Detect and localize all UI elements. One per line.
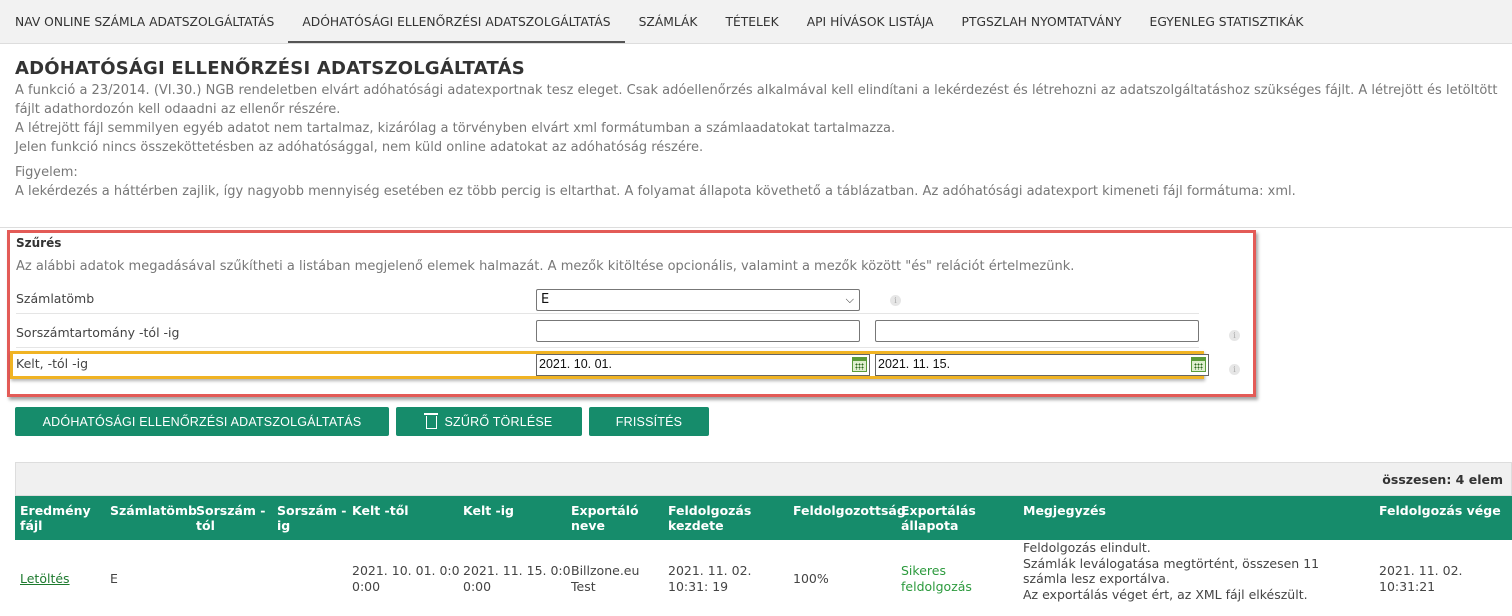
note-line: Feldolgozás elindult. bbox=[1023, 540, 1151, 555]
column-header[interactable]: Feldolgozás vége bbox=[1379, 503, 1509, 518]
table-row: Letöltés E 2021. 10. 01. 0:0 0:00 2021. … bbox=[15, 540, 1512, 616]
column-header[interactable]: Megjegyzés bbox=[1023, 503, 1223, 518]
date-range-row: Kelt, -tól -ig 2021. 10. 01. 2021. 11. 1… bbox=[10, 351, 1209, 379]
date-from-value: 2021. 10. 01. bbox=[539, 357, 612, 371]
serial-to-input[interactable] bbox=[875, 320, 1199, 342]
divider bbox=[0, 227, 1512, 228]
page-title: ADÓHATÓSÁGI ELLENŐRZÉSI ADATSZOLGÁLTATÁS bbox=[15, 58, 525, 79]
cell-note: Feldolgozás elindult. Számlák leválogatá… bbox=[1023, 540, 1363, 602]
refresh-button[interactable]: FRISSÍTÉS bbox=[589, 407, 709, 436]
trash-icon bbox=[423, 413, 438, 429]
column-header[interactable]: Sorszám - tól bbox=[196, 503, 266, 533]
serial-from-input[interactable] bbox=[536, 320, 860, 342]
row-divider bbox=[16, 313, 1199, 314]
serial-range-label: Sorszámtartomány -tól -ig bbox=[16, 325, 180, 340]
clear-filter-label: SZŰRŐ TÖRLÉSE bbox=[444, 414, 553, 429]
description-paragraph: A funkció a 23/2014. (VI.30.) NGB rendel… bbox=[15, 83, 1498, 117]
description-paragraph: Jelen funkció nincs összeköttetésben az … bbox=[15, 140, 704, 155]
cell-date-to: 2021. 11. 15. 0:0 0:00 bbox=[463, 563, 571, 594]
download-link[interactable]: Letöltés bbox=[20, 571, 70, 587]
note-line: Az exportálás véget ért, az XML fájl elk… bbox=[1023, 586, 1308, 602]
export-button[interactable]: ADÓHATÓSÁGI ELLENŐRZÉSI ADATSZOLGÁLTATÁS bbox=[15, 407, 389, 436]
page-description: A funkció a 23/2014. (VI.30.) NGB rendel… bbox=[15, 81, 1510, 201]
cell-progress: 100% bbox=[793, 571, 829, 586]
cell-invoice-block: E bbox=[110, 571, 118, 586]
nav-tab-tax-audit[interactable]: ADÓHATÓSÁGI ELLENŐRZÉSI ADATSZOLGÁLTATÁS bbox=[288, 0, 625, 43]
info-icon[interactable]: i bbox=[1229, 364, 1240, 375]
warning-title: Figyelem: bbox=[15, 165, 78, 180]
column-header[interactable]: Eredmény fájl bbox=[20, 503, 100, 533]
column-header[interactable]: Kelt -ig bbox=[463, 503, 563, 518]
calendar-icon[interactable] bbox=[1191, 357, 1206, 372]
info-icon[interactable]: i bbox=[1229, 330, 1240, 341]
calendar-icon[interactable] bbox=[852, 357, 867, 372]
description-paragraph: A létrejött fájl semmilyen egyéb adatot … bbox=[15, 121, 896, 136]
cell-proc-start: 2021. 11. 02. 10:31: 19 bbox=[668, 563, 752, 594]
cell-proc-end: 2021. 11. 02. 10:31:21 bbox=[1379, 563, 1463, 594]
cell-exporter: Billzone.eu Test bbox=[571, 563, 640, 594]
cell-export-status: Sikeres feldolgozás bbox=[901, 563, 972, 594]
nav-tab-api-calls[interactable]: API HÍVÁSOK LISTÁJA bbox=[807, 0, 948, 43]
note-line: Számlák leválogatása megtörtént, összese… bbox=[1023, 555, 1320, 587]
nav-tab-invoices[interactable]: SZÁMLÁK bbox=[639, 0, 712, 43]
nav-tab-ptgszlah[interactable]: PTGSZLAH NYOMTATVÁNY bbox=[962, 0, 1136, 43]
refresh-button-label: FRISSÍTÉS bbox=[615, 414, 683, 429]
nav-tab-nav-online[interactable]: NAV ONLINE SZÁMLA ADATSZOLGÁLTATÁS bbox=[15, 0, 288, 43]
invoice-block-value: E bbox=[541, 292, 550, 307]
nav-tab-items[interactable]: TÉTELEK bbox=[725, 0, 792, 43]
total-count: összesen: 4 elem bbox=[1382, 471, 1503, 487]
chevron-down-icon: ⌵ bbox=[845, 293, 854, 306]
results-table: összesen: 4 elem Eredmény fájl Számlatöm… bbox=[15, 462, 1512, 616]
date-range-label: Kelt, -tól -ig bbox=[16, 356, 89, 371]
column-header[interactable]: Feldolgozottság bbox=[793, 503, 906, 518]
cell-date-from: 2021. 10. 01. 0:0 0:00 bbox=[352, 563, 460, 594]
column-header[interactable]: Sorszám - ig bbox=[277, 503, 347, 533]
filter-description: Az alábbi adatok megadásával szűkítheti … bbox=[16, 259, 1075, 274]
column-header[interactable]: Exportálás állapota bbox=[901, 503, 1001, 533]
top-navigation: NAV ONLINE SZÁMLA ADATSZOLGÁLTATÁS ADÓHA… bbox=[0, 0, 1512, 44]
date-from-input[interactable]: 2021. 10. 01. bbox=[536, 354, 870, 376]
clear-filter-button[interactable]: SZŰRŐ TÖRLÉSE bbox=[396, 407, 582, 436]
date-to-input[interactable]: 2021. 11. 15. bbox=[875, 354, 1209, 376]
table-header: Eredmény fájl Számlatömb Sorszám - tól S… bbox=[15, 496, 1512, 540]
filter-panel: Szűrés Az alábbi adatok megadásával szűk… bbox=[7, 230, 1256, 397]
column-header[interactable]: Számlatömb bbox=[110, 503, 200, 518]
filter-title: Szűrés bbox=[16, 236, 62, 250]
main-content: ADÓHATÓSÁGI ELLENŐRZÉSI ADATSZOLGÁLTATÁS… bbox=[0, 58, 1512, 201]
column-header[interactable]: Exportáló neve bbox=[571, 503, 661, 533]
column-header[interactable]: Kelt -től bbox=[352, 503, 452, 518]
info-icon[interactable]: i bbox=[890, 295, 901, 306]
warning-text: A lekérdezés a háttérben zajlik, így nag… bbox=[15, 184, 1296, 199]
table-count-bar: összesen: 4 elem bbox=[15, 462, 1512, 496]
invoice-block-select[interactable]: E ⌵ bbox=[536, 289, 860, 311]
date-to-value: 2021. 11. 15. bbox=[878, 357, 951, 371]
export-button-label: ADÓHATÓSÁGI ELLENŐRZÉSI ADATSZOLGÁLTATÁS bbox=[42, 414, 362, 429]
invoice-block-label: Számlatömb bbox=[16, 291, 95, 306]
column-header[interactable]: Feldolgozás kezdete bbox=[668, 503, 768, 533]
row-divider bbox=[16, 347, 1199, 348]
nav-tab-balance-stats[interactable]: EGYENLEG STATISZTIKÁK bbox=[1150, 0, 1318, 43]
